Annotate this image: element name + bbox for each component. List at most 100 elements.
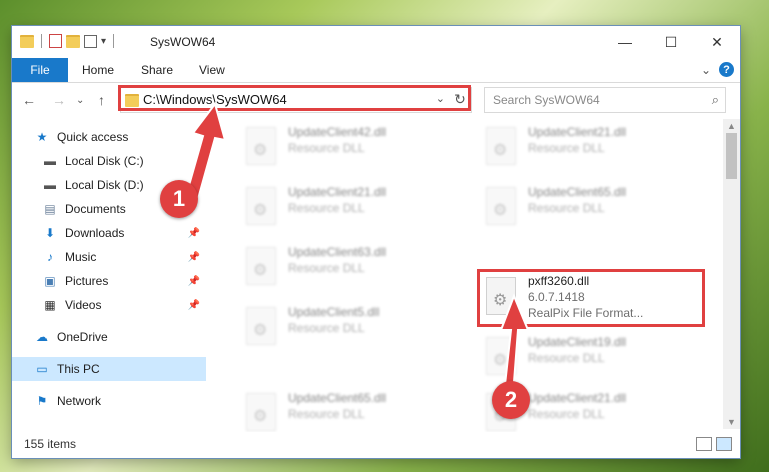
sidebar-item-label: Quick access — [57, 130, 129, 144]
file-item[interactable]: UpdateClient63.dll Resource DLL — [230, 239, 450, 291]
file-item[interactable]: UpdateClient42.dll Resource DLL — [230, 119, 450, 171]
file-item[interactable]: UpdateClient65.dll Resource DLL — [470, 179, 690, 231]
file-name: UpdateClient65.dll — [528, 185, 627, 199]
ribbon-tabs: File Home Share View ⌄ ? — [12, 58, 740, 83]
dll-file-icon — [486, 187, 516, 225]
tab-home[interactable]: Home — [82, 63, 114, 77]
tab-view[interactable]: View — [199, 63, 225, 77]
drive-icon: ▬ — [44, 178, 56, 192]
close-button[interactable]: ✕ — [694, 26, 740, 58]
folder-icon — [20, 34, 34, 48]
file-item[interactable]: UpdateClient5.dll Resource DLL — [230, 299, 450, 351]
sidebar-item-label: Videos — [65, 298, 102, 312]
maximize-button[interactable]: ☐ — [648, 26, 694, 58]
search-icon[interactable]: ⌕ — [712, 92, 719, 108]
tab-share[interactable]: Share — [141, 63, 173, 77]
pin-icon[interactable]: 📌 — [188, 252, 200, 263]
file-description: Resource DLL — [288, 321, 365, 335]
sidebar-item-quick-access[interactable]: ★ Quick access — [12, 125, 206, 149]
dll-file-icon — [246, 127, 276, 165]
music-icon: ♪ — [47, 250, 53, 264]
properties-icon[interactable] — [49, 34, 62, 48]
sidebar-item-videos[interactable]: ▦ Videos 📌 — [12, 293, 206, 317]
pin-icon[interactable]: 📌 — [188, 228, 200, 239]
recent-locations-button[interactable]: ⌄ — [76, 95, 84, 106]
divider — [41, 34, 42, 48]
sidebar-item-label: Documents — [65, 202, 126, 216]
file-description: Resource DLL — [528, 351, 605, 365]
minimize-button[interactable]: — — [602, 26, 648, 58]
title-bar: ▾ SysWOW64 — ☐ ✕ — [12, 26, 740, 58]
file-name: UpdateClient42.dll — [288, 125, 387, 139]
divider — [113, 34, 115, 48]
large-icons-view-icon[interactable] — [716, 437, 732, 451]
sidebar-item-pictures[interactable]: ▣ Pictures 📌 — [12, 269, 206, 293]
scroll-up-icon[interactable]: ▲ — [727, 121, 736, 131]
file-item[interactable]: UpdateClient21.dll Resource DLL — [470, 119, 690, 171]
file-list: UpdateClient42.dll Resource DLL UpdateCl… — [220, 119, 723, 431]
item-count: 155 items — [24, 437, 77, 451]
search-box[interactable]: Search SysWOW64 ⌕ — [484, 87, 726, 113]
expand-ribbon-icon[interactable]: ⌄ — [701, 63, 711, 77]
dll-file-icon — [246, 187, 276, 225]
address-highlight-box — [118, 85, 471, 111]
file-highlight-box — [477, 269, 705, 327]
file-name: UpdateClient19.dll — [528, 335, 627, 349]
sidebar-item-label: Downloads — [65, 226, 125, 240]
file-item[interactable]: UpdateClient19.dll Resource DLL — [470, 329, 690, 381]
scroll-down-icon[interactable]: ▼ — [727, 417, 736, 427]
qat-dropdown-icon[interactable]: ▾ — [101, 36, 106, 47]
sidebar-item-network[interactable]: ⚑ Network — [12, 389, 206, 413]
explorer-window: ▾ SysWOW64 — ☐ ✕ File Home Share View ⌄ … — [12, 26, 740, 458]
up-button[interactable]: ↑ — [98, 92, 105, 108]
file-description: Resource DLL — [528, 141, 605, 155]
pictures-icon: ▣ — [44, 274, 56, 288]
download-icon: ⬇ — [44, 226, 56, 240]
dll-file-icon — [486, 337, 516, 375]
back-button[interactable]: ← — [22, 92, 36, 108]
sidebar-item-label: Local Disk (D:) — [65, 178, 144, 192]
sidebar-item-label: This PC — [57, 362, 100, 376]
navigation-bar: ← → ⌄ ↑ C:\Windows\SysWOW64 ⌄ ↻ Search S… — [12, 83, 740, 117]
window-title: SysWOW64 — [150, 35, 216, 49]
dll-file-icon — [246, 307, 276, 345]
file-item[interactable]: UpdateClient65.dll Resource DLL — [230, 385, 450, 437]
dll-file-icon — [246, 393, 276, 431]
search-input[interactable]: Search SysWOW64 — [493, 93, 600, 107]
step-1-badge: 1 — [160, 180, 198, 218]
quick-access-toolbar: ▾ — [20, 34, 117, 48]
help-icon[interactable]: ? — [719, 62, 734, 77]
file-description: Resource DLL — [288, 407, 365, 421]
file-name: UpdateClient63.dll — [288, 245, 387, 259]
file-name: UpdateClient21.dll — [288, 185, 387, 199]
file-description: Resource DLL — [528, 201, 605, 215]
sidebar-item-label: Music — [65, 250, 97, 264]
sidebar-item-music[interactable]: ♪ Music 📌 — [12, 245, 206, 269]
sidebar-item-local-disk-c[interactable]: ▬ Local Disk (C:) — [12, 149, 206, 173]
sidebar-item-this-pc[interactable]: ▭ This PC — [12, 357, 206, 381]
drive-icon: ▬ — [44, 154, 56, 168]
file-description: Resource DLL — [288, 201, 365, 215]
window-controls: — ☐ ✕ — [602, 26, 740, 58]
cloud-icon: ☁ — [36, 330, 48, 344]
pin-icon[interactable]: 📌 — [188, 276, 200, 287]
pin-icon[interactable]: 📌 — [188, 300, 200, 311]
ribbon-right: ⌄ ? — [701, 62, 734, 77]
network-icon: ⚑ — [36, 394, 48, 408]
file-description: Resource DLL — [528, 407, 605, 421]
scroll-thumb[interactable] — [726, 133, 737, 179]
view-icon[interactable] — [84, 34, 97, 48]
new-folder-icon[interactable] — [66, 34, 80, 48]
file-name: UpdateClient65.dll — [288, 391, 387, 405]
file-item[interactable]: UpdateClient21.dll Resource DLL — [230, 179, 450, 231]
details-view-icon[interactable] — [696, 437, 712, 451]
sidebar-item-onedrive[interactable]: ☁ OneDrive — [12, 325, 206, 349]
file-description: Resource DLL — [288, 261, 365, 275]
file-name: UpdateClient5.dll — [288, 305, 380, 319]
forward-button[interactable]: → — [52, 92, 66, 108]
documents-icon: ▤ — [44, 202, 56, 216]
status-bar: 155 items — [12, 432, 740, 458]
vertical-scrollbar[interactable]: ▲ ▼ — [723, 119, 740, 429]
tab-file[interactable]: File — [12, 58, 68, 82]
sidebar-item-downloads[interactable]: ⬇ Downloads 📌 — [12, 221, 206, 245]
